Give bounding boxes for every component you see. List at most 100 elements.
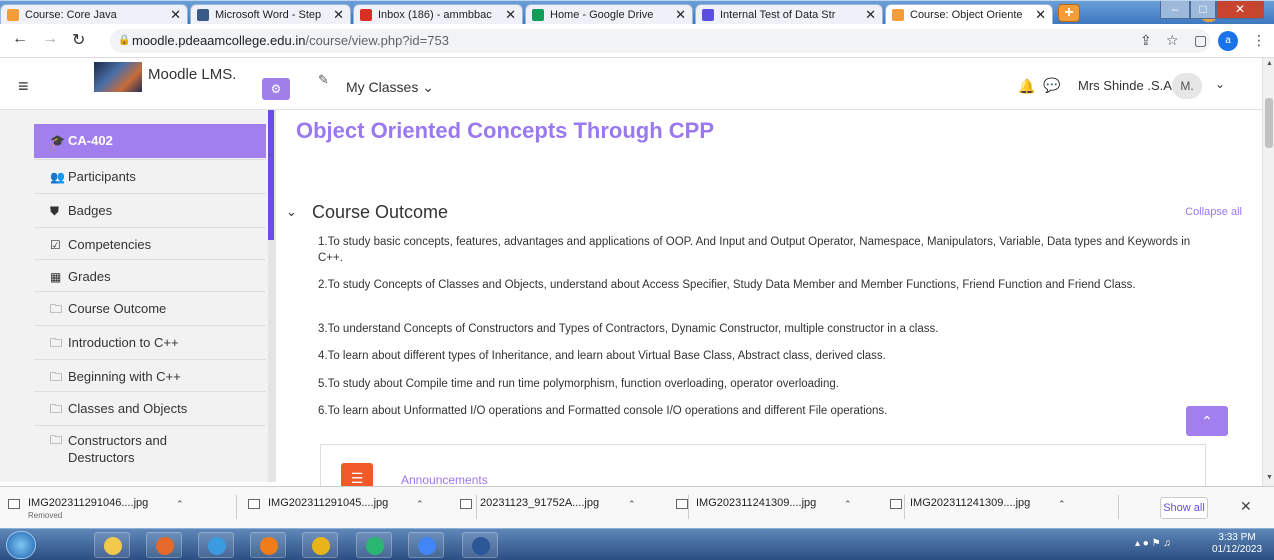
browser-tab[interactable]: Course: Object Oriente ✕ [885,4,1053,25]
sidebar-divider [34,227,266,228]
browser-tab[interactable]: Inbox (186) - ammbbac ✕ [353,4,523,25]
new-tab-button[interactable]: + [1058,4,1080,22]
sidebar-item[interactable]: 🗀 Constructors and Destructors [34,426,234,470]
url-path: /course/view.php?id=753 [305,33,449,48]
folder-icon: 🗀 [50,336,63,350]
taskbar-app[interactable] [198,532,234,558]
sidebar-item-label: Constructors and Destructors [68,433,167,465]
tab-close-icon[interactable]: ✕ [865,7,876,23]
taskbar-app[interactable] [146,532,182,558]
sidebar-item[interactable]: 🎓 CA-402 [34,124,266,158]
chat-bubble-icon[interactable]: 💬 [1043,77,1060,94]
reload-icon[interactable]: ↻ [72,30,85,50]
section-title[interactable]: Course Outcome [312,202,448,223]
sidebar-item[interactable]: 👥 Participants [34,160,266,194]
sidebar-item[interactable]: ⛊ Badges [34,194,266,228]
taskbar-app[interactable] [250,532,286,558]
clock-time: 3:33 PM [1218,532,1256,543]
collapse-all-link[interactable]: Collapse all [1185,206,1242,218]
tab-label: Course: Core Java [25,9,117,21]
chevron-up-icon[interactable]: ⌃ [628,499,636,510]
page-scroll-thumb[interactable] [1265,98,1273,148]
announcements-link[interactable]: Announcements [401,473,488,486]
taskbar-app[interactable] [408,532,444,558]
image-file-icon [248,499,260,509]
tab-label: Internal Test of Data Str [720,9,836,21]
browser-tab[interactable]: Internal Test of Data Str ✕ [695,4,883,25]
side-panel-icon[interactable]: ▢ [1194,32,1207,49]
tab-close-icon[interactable]: ✕ [170,7,181,23]
download-item[interactable]: IMG202311291045....jpg ⌃ [248,495,448,519]
download-item[interactable]: IMG202311291046....jpg Removed ⌃ [8,495,208,520]
edit-icon[interactable]: ✎ [318,72,329,88]
taskbar-app[interactable] [94,532,130,558]
clock-date: 01/12/2023 [1212,544,1263,555]
close-icon[interactable]: ✕ [1240,498,1252,515]
tab-close-icon[interactable]: ✕ [1035,7,1046,23]
close-window-button[interactable]: ✕ [1216,1,1264,19]
tab-close-icon[interactable]: ✕ [505,7,516,23]
system-tray[interactable]: ▴ ● ⚑ ♫ [1135,538,1171,549]
chevron-up-icon[interactable]: ⌃ [1058,499,1066,510]
download-filename: IMG202311291046....jpg [28,497,149,509]
browser-tab[interactable]: Course: Core Java ✕ [0,4,188,25]
maximize-button[interactable]: □ [1190,1,1216,19]
settings-cog-button[interactable]: ⚙ [262,78,290,100]
url-field[interactable]: 🔒 moodle.pdeaamcollege.edu.in/course/vie… [110,29,1210,53]
site-name[interactable]: Moodle LMS. [148,66,236,83]
download-filename: IMG202311241309....jpg [696,497,817,509]
show-all-downloads-button[interactable]: Show all [1160,497,1208,519]
bell-icon[interactable]: 🔔 [1018,78,1035,95]
sidebar-scrollbar[interactable] [268,110,276,482]
avatar[interactable]: M. [1172,73,1202,99]
taskbar-app[interactable] [462,532,498,558]
sidebar-divider [34,159,266,160]
sidebar-item[interactable]: 🗀 Beginning with C++ [34,360,266,394]
user-name[interactable]: Mrs Shinde .S.A [1078,78,1172,93]
start-button[interactable] [6,531,36,559]
sidebar-item-label: Classes and Objects [68,401,188,416]
kebab-menu-icon[interactable]: ⋮ [1252,32,1266,49]
browser-tab[interactable]: Microsoft Word - Step ✕ [190,4,351,25]
my-classes-menu[interactable]: My Classes ⌄ [346,79,434,96]
chevron-down-icon[interactable]: ⌄ [1215,77,1225,91]
taskbar-app[interactable] [302,532,338,558]
back-to-top-button[interactable]: ⌃ [1186,406,1228,436]
sidebar-divider [34,425,266,426]
hamburger-menu-icon[interactable]: ≡ [18,76,29,97]
chevron-up-icon[interactable]: ⌃ [176,499,184,510]
chevron-down-icon[interactable]: ⌄ [286,204,297,220]
tab-close-icon[interactable]: ✕ [675,7,686,23]
share-icon[interactable]: ⇪ [1140,32,1152,49]
sidebar-divider [34,291,266,292]
sidebar-item[interactable]: ☑ Competencies [34,228,266,262]
download-item[interactable]: 20231123_91752A....jpg ⌃ [460,495,660,519]
tab-close-icon[interactable]: ✕ [333,7,344,23]
back-icon[interactable]: ← [12,30,28,48]
sidebar-item[interactable]: ▦ Grades [34,260,266,294]
outcome-text: 4.To learn about different types of Inhe… [318,350,886,362]
image-file-icon [676,499,688,509]
site-logo[interactable] [94,62,142,92]
chevron-up-icon[interactable]: ⌃ [844,499,852,510]
download-separator [1118,495,1119,519]
download-filename: IMG202311291045....jpg [268,497,389,509]
browser-tab[interactable]: Home - Google Drive ✕ [525,4,693,25]
download-item[interactable]: IMG202311241309....jpg ⌃ [676,495,876,519]
taskbar-clock[interactable]: 3:33 PM 01/12/2023 [1212,532,1262,556]
sidebar-item[interactable]: 🗀 Classes and Objects [34,392,266,426]
chevron-up-icon[interactable]: ⌃ [416,499,424,510]
sidebar-item[interactable]: 🗀 Course Outcome [34,292,266,326]
minimize-button[interactable]: – [1160,1,1190,19]
sidebar-scroll-thumb[interactable] [268,110,274,240]
download-item[interactable]: IMG202311241309....jpg ⌃ [890,495,1090,519]
sidebar-item[interactable]: 🗀 Introduction to C++ [34,326,266,360]
lock-icon: 🔒 [118,35,131,46]
scroll-up-icon[interactable]: ▲ [1266,60,1273,67]
taskbar-app[interactable] [356,532,392,558]
scroll-down-icon[interactable]: ▼ [1266,474,1273,481]
forward-icon[interactable]: → [42,30,58,48]
page-scrollbar[interactable]: ▲ ▼ [1262,58,1274,486]
bookmark-star-icon[interactable]: ☆ [1166,32,1179,49]
profile-avatar[interactable]: a [1218,31,1238,51]
